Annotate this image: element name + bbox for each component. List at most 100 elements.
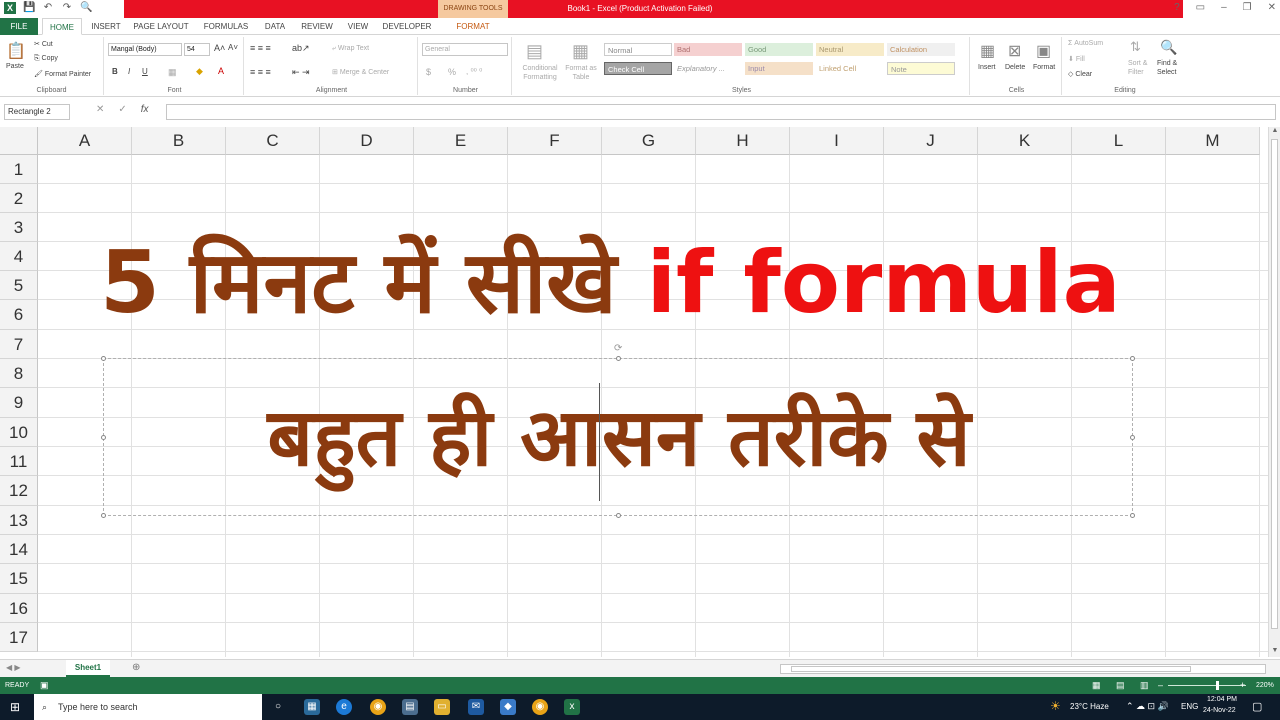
wrap-text-button[interactable]: ⤶ Wrap Text bbox=[332, 45, 369, 53]
column-header[interactable]: M bbox=[1166, 127, 1260, 155]
macro-record-icon[interactable]: ▣ bbox=[40, 677, 49, 694]
font-color-icon[interactable]: A bbox=[218, 66, 224, 76]
align-left-icon[interactable]: ≡ ≡ ≡ bbox=[250, 67, 271, 77]
zoom-slider[interactable] bbox=[1168, 681, 1246, 690]
shrink-font-icon[interactable]: A˅ bbox=[228, 43, 238, 52]
find-select-button[interactable]: Find & Select bbox=[1157, 59, 1187, 77]
horizontal-scroll-thumb[interactable] bbox=[791, 666, 1191, 672]
page-break-view-icon[interactable]: ▥ bbox=[1140, 677, 1149, 694]
orientation-icon[interactable]: ab↗ bbox=[292, 43, 310, 54]
weather-icon[interactable]: ☀ bbox=[1050, 699, 1061, 713]
task-view-icon[interactable]: ○ bbox=[270, 699, 286, 715]
clear-button[interactable]: ◇ Clear bbox=[1068, 70, 1092, 78]
style-explanatory[interactable]: Explanatory ... bbox=[674, 62, 742, 75]
row-header[interactable]: 10 bbox=[0, 418, 38, 447]
copy-button[interactable]: ⎘ Copy bbox=[34, 55, 58, 63]
column-header[interactable]: A bbox=[38, 127, 132, 155]
column-header[interactable]: H bbox=[696, 127, 790, 155]
column-header[interactable]: D bbox=[320, 127, 414, 155]
resize-handle[interactable] bbox=[1130, 513, 1135, 518]
windows-start-icon[interactable]: ⊞ bbox=[10, 700, 20, 714]
row-header[interactable]: 16 bbox=[0, 594, 38, 623]
font-size-select[interactable]: 54 bbox=[184, 43, 210, 56]
widgets-icon[interactable]: ▦ bbox=[304, 699, 320, 715]
style-input[interactable]: Input bbox=[745, 62, 813, 75]
formula-input[interactable] bbox=[166, 104, 1276, 120]
row-header[interactable]: 17 bbox=[0, 623, 38, 652]
fill-color-icon[interactable]: ◆ bbox=[196, 66, 203, 77]
tab-formulas[interactable]: FORMULAS bbox=[200, 18, 252, 35]
excel-taskbar-icon[interactable]: x bbox=[564, 699, 580, 715]
row-header[interactable]: 12 bbox=[0, 476, 38, 506]
column-header[interactable]: E bbox=[414, 127, 508, 155]
column-header[interactable]: F bbox=[508, 127, 602, 155]
autosum-button[interactable]: Σ AutoSum bbox=[1068, 40, 1103, 47]
delete-cells-button[interactable]: Delete bbox=[1005, 64, 1025, 71]
fill-button[interactable]: ⬇ Fill bbox=[1068, 55, 1085, 63]
row-header[interactable]: 8 bbox=[0, 359, 38, 388]
cut-button[interactable]: ✂ Cut bbox=[34, 40, 53, 48]
system-tray-icons[interactable]: ⌃ ☁ ⊡ 🔊 bbox=[1126, 701, 1169, 712]
row-header[interactable]: 4 bbox=[0, 242, 38, 271]
add-sheet-icon[interactable]: ⊕ bbox=[132, 662, 140, 673]
tab-page-layout[interactable]: PAGE LAYOUT bbox=[132, 18, 190, 35]
currency-button[interactable]: $ bbox=[426, 67, 431, 77]
save-icon[interactable]: 💾 bbox=[23, 2, 35, 14]
column-header[interactable]: I bbox=[790, 127, 884, 155]
underline-button[interactable]: U bbox=[142, 67, 148, 76]
resize-handle[interactable] bbox=[101, 513, 106, 518]
borders-icon[interactable]: ▦ bbox=[168, 67, 177, 78]
undo-icon[interactable]: ↶ bbox=[42, 2, 54, 14]
format-cells-icon[interactable]: ▣ bbox=[1036, 41, 1051, 61]
row-header[interactable]: 14 bbox=[0, 535, 38, 564]
row-header[interactable]: 6 bbox=[0, 300, 38, 330]
style-normal[interactable]: Normal bbox=[604, 43, 672, 56]
row-header[interactable]: 5 bbox=[0, 271, 38, 300]
bold-button[interactable]: B bbox=[112, 67, 118, 76]
style-good[interactable]: Good bbox=[745, 43, 813, 56]
zoom-in-icon[interactable]: + bbox=[1240, 677, 1245, 694]
scroll-up-icon[interactable]: ▲ bbox=[1270, 127, 1280, 137]
restore-icon[interactable]: ❐ bbox=[1243, 2, 1252, 13]
format-as-table-button[interactable]: Format as Table bbox=[562, 64, 600, 82]
tab-format[interactable]: FORMAT bbox=[446, 18, 500, 35]
close-icon[interactable]: ✕ bbox=[1268, 2, 1276, 13]
row-header[interactable]: 3 bbox=[0, 213, 38, 242]
indent-icon[interactable]: ⇤ ⇥ bbox=[292, 67, 310, 78]
percent-button[interactable]: % bbox=[448, 67, 456, 77]
clock-time[interactable]: 12:04 PM bbox=[1207, 696, 1237, 703]
sort-filter-button[interactable]: Sort & Filter bbox=[1128, 59, 1158, 77]
zoom-out-icon[interactable]: – bbox=[1158, 677, 1163, 694]
scroll-down-icon[interactable]: ▼ bbox=[1270, 647, 1280, 657]
insert-cells-button[interactable]: Insert bbox=[978, 64, 996, 71]
app-icon[interactable]: ◆ bbox=[500, 699, 516, 715]
resize-handle[interactable] bbox=[101, 356, 106, 361]
resize-handle[interactable] bbox=[1130, 356, 1135, 361]
horizontal-scrollbar[interactable] bbox=[780, 664, 1266, 674]
sort-filter-icon[interactable]: ⇅ bbox=[1130, 39, 1141, 55]
style-bad[interactable]: Bad bbox=[674, 43, 742, 56]
rotate-handle-icon[interactable]: ⟳ bbox=[614, 343, 622, 354]
file-explorer-icon[interactable]: ▭ bbox=[434, 699, 450, 715]
worksheet-grid[interactable]: A B C D E F G H I J K L M 1 2 3 4 5 6 7 … bbox=[0, 127, 1268, 657]
row-header[interactable]: 9 bbox=[0, 388, 38, 418]
tab-data[interactable]: DATA bbox=[262, 18, 288, 35]
decimal-buttons[interactable]: , ⁰⁰ ⁰ bbox=[466, 67, 482, 76]
merge-center-button[interactable]: ⊞ Merge & Center bbox=[332, 68, 389, 76]
clock-date[interactable]: 24-Nov-22 bbox=[1203, 707, 1236, 714]
row-header[interactable]: 7 bbox=[0, 330, 38, 359]
help-icon[interactable]: ? bbox=[1174, 2, 1180, 13]
vertical-scroll-thumb[interactable] bbox=[1271, 139, 1278, 629]
delete-cells-icon[interactable]: ⊠ bbox=[1008, 41, 1021, 61]
tab-home[interactable]: HOME bbox=[42, 18, 82, 35]
row-header[interactable]: 1 bbox=[0, 155, 38, 184]
taskbar-search[interactable]: ⌕ Type here to search bbox=[34, 694, 262, 720]
resize-handle[interactable] bbox=[1130, 435, 1135, 440]
insert-function-icon[interactable]: fx bbox=[141, 104, 149, 115]
style-note[interactable]: Note bbox=[887, 62, 955, 75]
mail-icon[interactable]: ✉ bbox=[468, 699, 484, 715]
sheet-tab-sheet1[interactable]: Sheet1 bbox=[66, 660, 110, 677]
style-neutral[interactable]: Neutral bbox=[816, 43, 884, 56]
redo-icon[interactable]: ↷ bbox=[61, 2, 73, 14]
italic-button[interactable]: I bbox=[128, 67, 130, 76]
